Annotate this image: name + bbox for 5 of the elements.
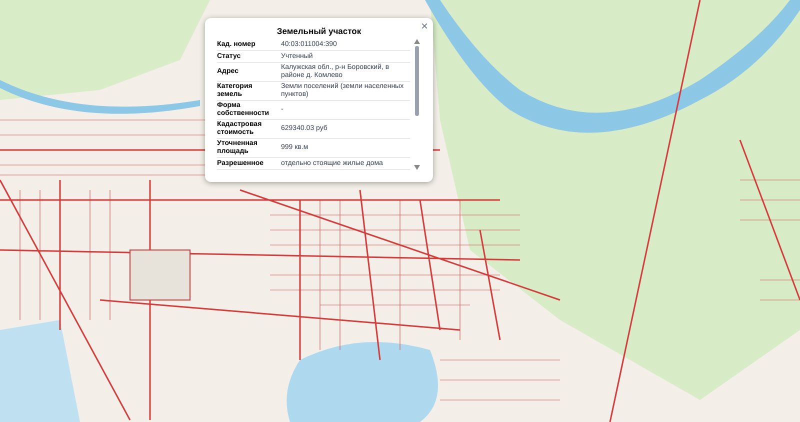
scroll-up-icon[interactable] xyxy=(414,39,420,44)
close-button[interactable]: × xyxy=(420,20,428,32)
scroll-down-icon[interactable] xyxy=(414,165,420,170)
scrollbar-thumb[interactable] xyxy=(415,46,419,116)
popup-title: Земельный участок xyxy=(276,26,362,36)
